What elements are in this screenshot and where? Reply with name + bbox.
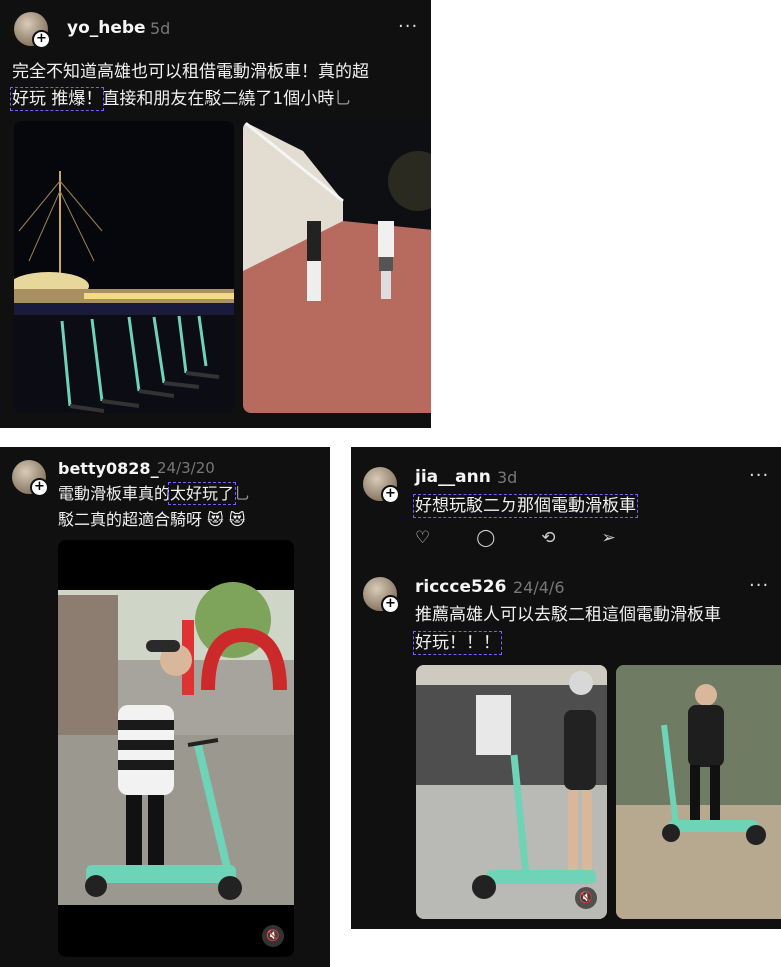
photo-girl-riding-scooter[interactable] (616, 665, 781, 919)
squiggle-mark: 乚 (334, 89, 352, 109)
username[interactable]: betty0828_ (58, 459, 159, 478)
highlight-phrase: 太好玩了 (168, 482, 237, 505)
post-betty0828: + betty0828_ 24/3/20 電動滑板車真的太好玩了乚 駁二真的超適… (0, 447, 330, 967)
follow-plus-icon[interactable]: + (30, 478, 49, 497)
video-girl-on-scooter[interactable]: 🔇 (58, 540, 294, 957)
avatar[interactable]: + (14, 12, 51, 49)
more-options-icon[interactable]: ··· (749, 575, 769, 596)
avatar[interactable]: + (363, 467, 400, 504)
comment-icon[interactable]: ◯ (476, 528, 495, 548)
post-text-line2: 好玩 推爆！直接和朋友在駁二繞了1個小時乚 (9, 86, 352, 113)
post-time: 3d (497, 468, 518, 487)
post-text-line2-body: 駁二真的超適合騎呀 (58, 510, 203, 529)
avatar[interactable]: + (363, 577, 400, 614)
mute-icon[interactable]: 🔇 (262, 925, 284, 947)
highlight-phrase: 好玩 推爆！ (9, 87, 105, 111)
username[interactable]: yo_hebe (67, 18, 146, 38)
post-yo-hebe: + yo_hebe 5d ··· 完全不知道高雄也可以租借電動滑板車！真的超 好… (0, 0, 431, 428)
username[interactable]: riccce526 (415, 577, 506, 597)
post-time: 5d (150, 19, 171, 38)
follow-plus-icon[interactable]: + (32, 30, 51, 49)
post-text-line1-start: 電動滑板車真的 (58, 484, 171, 503)
photo-riders-walkway[interactable] (243, 121, 431, 413)
highlight-phrase: 好玩！！！ (413, 631, 502, 655)
girl-scooter-illustration (58, 582, 294, 905)
highlight-phrase: 好想玩駁二ㄉ那個電動滑板車 (413, 494, 638, 518)
more-options-icon[interactable]: ··· (398, 16, 418, 37)
avatar[interactable]: + (12, 460, 49, 497)
post-text-line2: 駁二真的超適合騎呀 😻 😻 (58, 507, 246, 532)
post-text-line1: 電動滑板車真的太好玩了乚 (58, 481, 250, 506)
girl-riding-illustration (616, 665, 781, 919)
action-bar: ♡ ◯ ⟲ ➢ (415, 528, 616, 548)
mute-icon[interactable]: 🔇 (575, 887, 597, 909)
repost-icon[interactable]: ⟲ (541, 528, 555, 548)
walkway-illustration (243, 121, 431, 413)
post-time: 24/4/6 (513, 578, 565, 597)
night-harbor-illustration (14, 121, 234, 413)
more-options-icon[interactable]: ··· (749, 465, 769, 486)
follow-plus-icon[interactable]: + (381, 595, 400, 614)
post-time: 24/3/20 (157, 459, 215, 477)
photo-girl-with-scooter-building[interactable]: 🔇 (416, 665, 607, 919)
share-icon[interactable]: ➢ (602, 528, 616, 548)
cat-heart-eyes-emoji: 😻 😻 (207, 510, 246, 529)
post-text: 好想玩駁二ㄉ那個電動滑板車 (413, 493, 638, 520)
post-text-line1: 推薦高雄人可以去駁二租這個電動滑板車 (415, 605, 721, 625)
post-text-line1: 完全不知道高雄也可以租借電動滑板車！真的超 (12, 62, 369, 82)
username[interactable]: jia__ann (415, 467, 491, 487)
squiggle-mark: 乚 (234, 484, 251, 503)
post-jia-ann-and-riccce526: + jia__ann 3d ··· 好想玩駁二ㄉ那個電動滑板車 ♡ ◯ ⟲ ➢ … (351, 447, 781, 929)
follow-plus-icon[interactable]: + (381, 485, 400, 504)
post-text-line2: 好玩！！！ (413, 630, 502, 657)
photo-night-harbor-scooters[interactable] (14, 121, 234, 413)
post-text-line2-rest: 直接和朋友在駁二繞了1個小時 (102, 89, 335, 109)
girl-scooter-building-illustration (416, 665, 607, 919)
like-icon[interactable]: ♡ (415, 528, 430, 548)
